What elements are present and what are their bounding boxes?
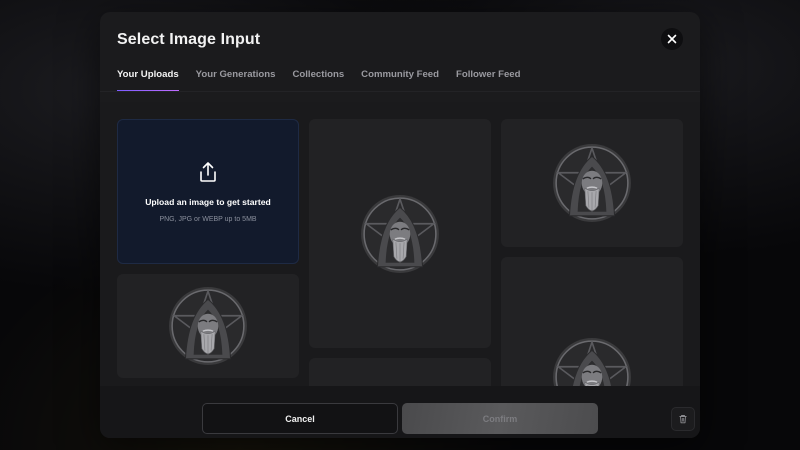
select-image-modal: Select Image Input Your Uploads Your Gen… bbox=[100, 12, 700, 438]
confirm-button[interactable]: Confirm bbox=[402, 403, 598, 434]
wizard-portrait-image bbox=[553, 144, 631, 222]
wizard-portrait-image bbox=[361, 194, 439, 273]
image-tile[interactable] bbox=[309, 358, 491, 386]
close-button[interactable] bbox=[661, 28, 683, 50]
tab-community-feed[interactable]: Community Feed bbox=[361, 69, 439, 91]
tab-follower-feed[interactable]: Follower Feed bbox=[456, 69, 521, 91]
share-upload-icon bbox=[200, 162, 216, 182]
upload-subtitle: PNG, JPG or WEBP up to 5MB bbox=[159, 216, 257, 223]
image-tile[interactable] bbox=[117, 274, 299, 378]
image-tile[interactable] bbox=[501, 119, 683, 247]
tab-bar: Your Uploads Your Generations Collection… bbox=[117, 69, 538, 91]
image-tile[interactable] bbox=[501, 257, 683, 386]
modal-footer: Cancel Confirm bbox=[100, 386, 700, 438]
tab-your-generations[interactable]: Your Generations bbox=[196, 69, 276, 91]
tab-divider bbox=[100, 91, 700, 92]
close-icon bbox=[667, 34, 677, 44]
tab-your-uploads[interactable]: Your Uploads bbox=[117, 69, 179, 91]
tab-collections[interactable]: Collections bbox=[292, 69, 344, 91]
upload-dropzone[interactable]: Upload an image to get started PNG, JPG … bbox=[117, 119, 299, 264]
upload-title: Upload an image to get started bbox=[145, 197, 271, 207]
wizard-portrait-image bbox=[553, 338, 631, 386]
trash-icon bbox=[679, 415, 687, 424]
cancel-button[interactable]: Cancel bbox=[202, 403, 398, 434]
trash-button[interactable] bbox=[671, 407, 695, 431]
modal-title: Select Image Input bbox=[117, 31, 261, 48]
image-tile[interactable] bbox=[309, 119, 491, 348]
wizard-portrait-image bbox=[169, 287, 247, 365]
image-grid: Upload an image to get started PNG, JPG … bbox=[100, 102, 700, 386]
